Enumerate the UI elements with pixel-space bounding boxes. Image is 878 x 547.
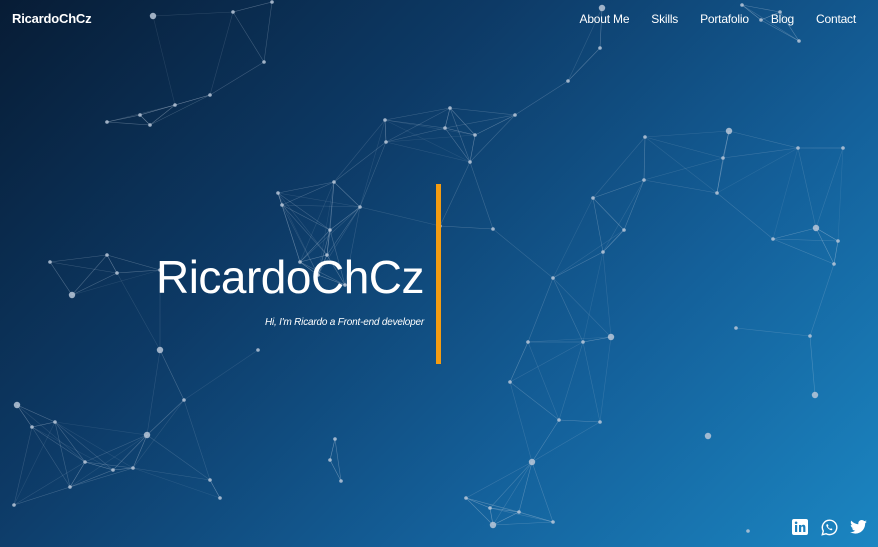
hero-section: RicardoChCz Hi, I'm Ricardo a Front-end …	[0, 0, 878, 547]
hero-title: RicardoChCz	[155, 251, 425, 303]
accent-divider	[436, 184, 441, 364]
twitter-icon	[849, 520, 867, 534]
linkedin-icon	[792, 519, 808, 535]
social-links	[790, 518, 868, 536]
linkedin-link[interactable]	[790, 518, 810, 536]
whatsapp-link[interactable]	[819, 518, 839, 536]
twitter-link[interactable]	[848, 518, 868, 536]
whatsapp-icon	[820, 518, 837, 536]
hero-subtitle: Hi, I'm Ricardo a Front-end developer	[264, 317, 424, 328]
